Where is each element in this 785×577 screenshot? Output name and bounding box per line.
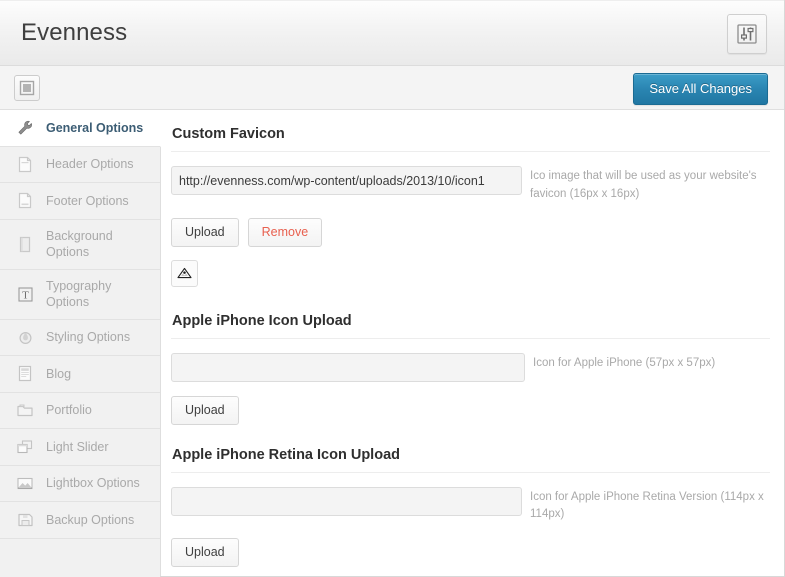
image-icon [14, 476, 36, 491]
favicon-upload-button[interactable]: Upload [171, 217, 239, 247]
app-header: Evenness [0, 0, 784, 66]
sidebar-item-blog[interactable]: Blog [0, 356, 160, 393]
svg-text:T: T [22, 289, 29, 301]
sliders-icon[interactable] [727, 14, 767, 54]
sidebar-item-label: Background Options [46, 228, 113, 260]
sidebar-item-footer-options[interactable]: Footer Options [0, 183, 160, 220]
sidebar-item-styling-options[interactable]: Styling Options [0, 319, 160, 356]
sidebar-item-label: Typography Options [46, 278, 112, 310]
sidebar-item-general-options[interactable]: General Options [0, 110, 161, 147]
iphone-icon-button-row: Upload [171, 395, 770, 425]
iphone-icon-field-row: Icon for Apple iPhone (57px x 57px) [171, 352, 770, 382]
favicon-url-input[interactable] [171, 166, 522, 195]
options-panel-window: Evenness Save All Changes General Option… [0, 0, 785, 577]
section-custom-favicon: Custom Favicon Ico image that will be us… [171, 126, 770, 287]
options-sidebar: General Options Header Options Footer Op… [0, 110, 161, 577]
sidebar-item-label: Footer Options [46, 193, 129, 208]
iphone-icon-url-input[interactable] [171, 352, 525, 382]
favicon-remove-button[interactable]: Remove [247, 217, 323, 247]
iphone-retina-icon-description: Icon for Apple iPhone Retina Version (11… [530, 490, 764, 521]
iphone-retina-icon-url-input[interactable] [171, 486, 522, 516]
sidebar-item-header-options[interactable]: Header Options [0, 146, 160, 183]
document-alt-icon [14, 192, 36, 209]
section-divider [171, 151, 770, 152]
iphone-icon-description: Icon for Apple iPhone (57px x 57px) [533, 356, 716, 369]
sidebar-item-label: Header Options [46, 157, 134, 171]
sidebar-item-background-options[interactable]: Background Options [0, 219, 160, 270]
floppy-disk-icon [14, 512, 36, 528]
sidebar-item-backup-options[interactable]: Backup Options [0, 502, 160, 539]
windows-icon [14, 439, 36, 455]
page-icon [14, 236, 36, 253]
paint-bucket-icon [14, 329, 36, 346]
sidebar-item-light-slider[interactable]: Light Slider [0, 429, 160, 466]
iphone-retina-icon-field-row: Icon for Apple iPhone Retina Version (11… [171, 486, 770, 525]
sidebar-item-label: Portfolio [46, 403, 92, 417]
layout-panel-icon[interactable] [14, 74, 40, 101]
iphone-icon-upload-button[interactable]: Upload [171, 395, 239, 425]
sidebar-item-lightbox-options[interactable]: Lightbox Options [0, 465, 160, 502]
sidebar-item-label: Blog [46, 366, 72, 381]
section-apple-iphone-icon: Apple iPhone Icon Upload Icon for Apple … [171, 313, 770, 425]
iphone-retina-icon-button-row: Upload [171, 538, 770, 568]
options-content: Custom Favicon Ico image that will be us… [161, 110, 784, 576]
sidebar-item-label: Lightbox Options [46, 476, 140, 490]
section-apple-iphone-retina-icon: Apple iPhone Retina Icon Upload Icon for… [171, 447, 770, 568]
section-title: Custom Favicon [172, 126, 285, 142]
sidebar-item-portfolio[interactable]: Portfolio [0, 392, 160, 429]
section-divider [171, 471, 770, 473]
iphone-retina-icon-upload-button[interactable]: Upload [171, 538, 239, 568]
save-all-changes-button[interactable]: Save All Changes [633, 73, 768, 105]
newspaper-icon [14, 365, 36, 382]
favicon-field-row: Ico image that will be used as your webs… [171, 166, 770, 204]
section-title: Apple iPhone Retina Icon Upload [172, 446, 400, 463]
sidebar-item-label: Light Slider [46, 439, 109, 454]
favicon-thumbnail-icon [171, 259, 198, 287]
page-title: Evenness [21, 19, 128, 46]
section-title: Apple iPhone Icon Upload [172, 312, 352, 329]
sidebar-item-label: General Options [46, 120, 144, 135]
sidebar-item-label: Backup Options [46, 512, 135, 527]
folder-icon [14, 402, 36, 418]
main-body: General Options Header Options Footer Op… [0, 110, 784, 577]
sidebar-item-label: Styling Options [46, 330, 131, 344]
sidebar-filler [0, 538, 160, 577]
wrench-icon [14, 119, 36, 137]
text-t-icon: T [14, 286, 36, 303]
favicon-description: Ico image that will be used as your webs… [530, 170, 757, 200]
favicon-button-row: Upload Remove [171, 217, 770, 247]
sidebar-item-typography-options[interactable]: T Typography Options [0, 269, 160, 320]
document-icon [14, 156, 36, 173]
options-toolbar: Save All Changes [0, 66, 784, 110]
section-divider [171, 337, 770, 339]
